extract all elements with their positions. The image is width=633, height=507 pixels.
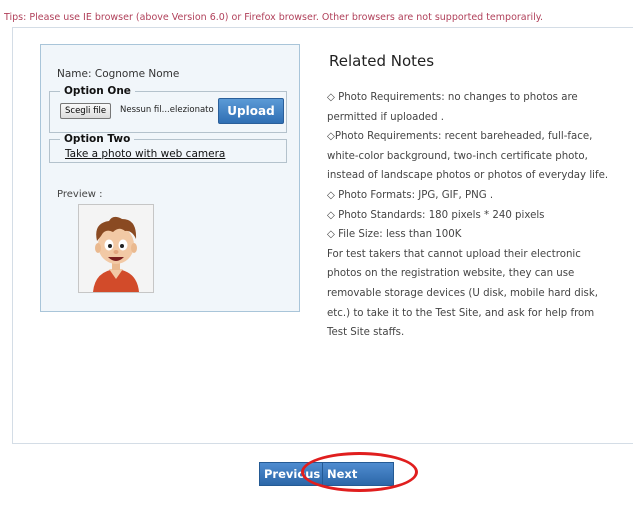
- choose-file-button[interactable]: Scegli file: [60, 103, 112, 119]
- photo-upload-panel: Name: Cognome Nome Option One Scegli fil…: [40, 44, 300, 312]
- file-status-text: Nessun fil...elezionato: [120, 105, 214, 115]
- name-label: Name:: [57, 68, 92, 80]
- previous-button[interactable]: Previous: [259, 462, 325, 486]
- note-item: ◇ File Size: less than 100K: [327, 229, 462, 241]
- candidate-name: Name: Cognome Nome: [57, 68, 179, 80]
- webcam-photo-link[interactable]: Take a photo with web camera: [65, 148, 225, 160]
- related-notes-list: ◇ Photo Requirements: no changes to phot…: [327, 88, 617, 343]
- name-value: Cognome Nome: [94, 68, 180, 80]
- note-item: For test takers that cannot upload their…: [327, 248, 599, 339]
- option-two-group: Option Two Take a photo with web camera: [49, 133, 287, 163]
- option-one-legend: Option One: [64, 85, 131, 97]
- note-item: ◇ Photo Standards: 180 pixels * 240 pixe…: [327, 209, 545, 221]
- related-notes-title: Related Notes: [329, 52, 435, 70]
- note-item: ◇Photo Requirements: recent bareheaded, …: [327, 131, 609, 182]
- browser-tips: Tips: Please use IE browser (above Versi…: [4, 12, 544, 23]
- upload-button[interactable]: Upload: [218, 98, 284, 124]
- next-step-button[interactable]: Next Step: [322, 462, 394, 503]
- note-item: ◇ Photo Requirements: no changes to phot…: [327, 92, 578, 123]
- photo-preview: [78, 204, 154, 293]
- note-item: ◇ Photo Formats: JPG, GIF, PNG .: [327, 189, 494, 201]
- cartoon-avatar-image: [93, 216, 139, 292]
- preview-label: Preview :: [57, 189, 103, 200]
- option-one-group: Option One Scegli file Nessun fil...elez…: [49, 85, 287, 133]
- option-two-legend: Option Two: [64, 133, 131, 145]
